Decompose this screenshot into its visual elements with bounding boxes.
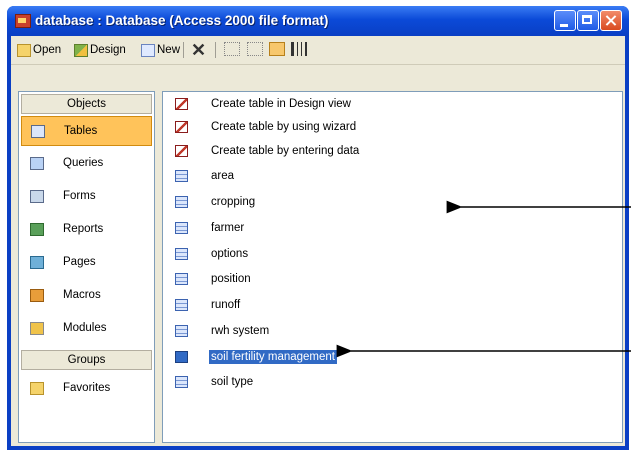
table-icon	[175, 325, 188, 337]
objects-header[interactable]: Objects	[21, 94, 152, 114]
list-item[interactable]: options	[175, 245, 250, 263]
list-item[interactable]: soil type	[175, 373, 255, 391]
design-label: Design	[90, 44, 126, 56]
macro-icon	[30, 288, 44, 302]
module-icon	[30, 321, 44, 335]
toolbar-separator	[183, 42, 184, 58]
new-icon	[141, 43, 155, 57]
new-button[interactable]: New	[141, 41, 180, 59]
favorites-label: Favorites	[63, 382, 111, 394]
list-item[interactable]: Create table by entering data	[175, 142, 361, 160]
list-item[interactable]: Create table by using wizard	[175, 118, 358, 136]
list-item-selected[interactable]: soil fertility management	[175, 348, 338, 366]
list-view-icon[interactable]	[269, 42, 285, 56]
favorites-folder-icon	[30, 381, 44, 395]
window-title: database : Database (Access 2000 file fo…	[35, 13, 329, 28]
table-icon	[175, 351, 188, 363]
objects-tables-label: Tables	[64, 125, 98, 137]
table-icon	[175, 273, 188, 285]
objects-reports-label: Reports	[63, 223, 104, 235]
delete-button[interactable]: ✕	[191, 39, 207, 60]
tables-list: Create table in Design view Create table…	[162, 91, 623, 443]
list-item[interactable]: area	[175, 167, 236, 185]
maximize-button[interactable]	[577, 10, 599, 31]
minimize-button[interactable]	[554, 10, 576, 31]
table-icon	[175, 376, 188, 388]
close-button[interactable]	[600, 10, 622, 31]
table-icon	[175, 170, 188, 182]
objects-modules[interactable]: Modules	[21, 313, 152, 343]
details-view-icon[interactable]	[291, 42, 307, 56]
objects-macros[interactable]: Macros	[21, 280, 152, 310]
objects-forms-label: Forms	[63, 190, 96, 202]
list-item[interactable]: position	[175, 270, 253, 288]
table-icon	[175, 196, 188, 208]
list-item[interactable]: farmer	[175, 219, 246, 237]
page-icon	[30, 255, 44, 269]
design-button[interactable]: Design	[74, 41, 126, 59]
small-icons-view-icon[interactable]	[247, 42, 263, 56]
table-icon	[175, 222, 188, 234]
new-label: New	[157, 44, 181, 56]
open-icon	[17, 43, 31, 57]
objects-queries[interactable]: Queries	[21, 148, 152, 178]
wizard-shortcut-icon	[175, 121, 188, 133]
objects-bar: Objects Tables Queries Forms Reports Pag…	[18, 91, 155, 443]
toolbar-separator	[215, 42, 216, 58]
query-icon	[30, 156, 44, 170]
objects-pages-label: Pages	[63, 256, 96, 268]
groups-favorites[interactable]: Favorites	[21, 373, 152, 403]
access-database-icon[interactable]	[15, 14, 31, 28]
list-item[interactable]: rwh system	[175, 322, 271, 340]
table-icon	[175, 248, 188, 260]
datasheet-shortcut-icon	[175, 145, 188, 157]
delete-icon: ✕	[191, 39, 207, 60]
groups-header[interactable]: Groups	[21, 350, 152, 370]
objects-pages[interactable]: Pages	[21, 247, 152, 277]
form-icon	[30, 189, 44, 203]
table-icon	[31, 124, 45, 138]
title-bar[interactable]: database : Database (Access 2000 file fo…	[7, 6, 629, 36]
window-client-area: Open Design New ✕ Objects Tables Queries…	[11, 36, 625, 446]
database-window: database : Database (Access 2000 file fo…	[7, 6, 629, 450]
report-icon	[30, 222, 44, 236]
objects-queries-label: Queries	[63, 157, 104, 169]
large-icons-view-icon[interactable]	[224, 42, 240, 56]
open-button[interactable]: Open	[17, 41, 61, 59]
list-item[interactable]: runoff	[175, 296, 242, 314]
objects-reports[interactable]: Reports	[21, 214, 152, 244]
design-icon	[74, 43, 88, 57]
list-item[interactable]: Create table in Design view	[175, 95, 353, 113]
objects-modules-label: Modules	[63, 322, 107, 334]
design-view-shortcut-icon	[175, 98, 188, 110]
objects-macros-label: Macros	[63, 289, 101, 301]
open-label: Open	[33, 44, 62, 56]
objects-forms[interactable]: Forms	[21, 181, 152, 211]
objects-tables[interactable]: Tables	[21, 116, 152, 146]
list-item[interactable]: cropping	[175, 193, 257, 211]
database-toolbar: Open Design New ✕	[11, 36, 625, 65]
table-icon	[175, 299, 188, 311]
